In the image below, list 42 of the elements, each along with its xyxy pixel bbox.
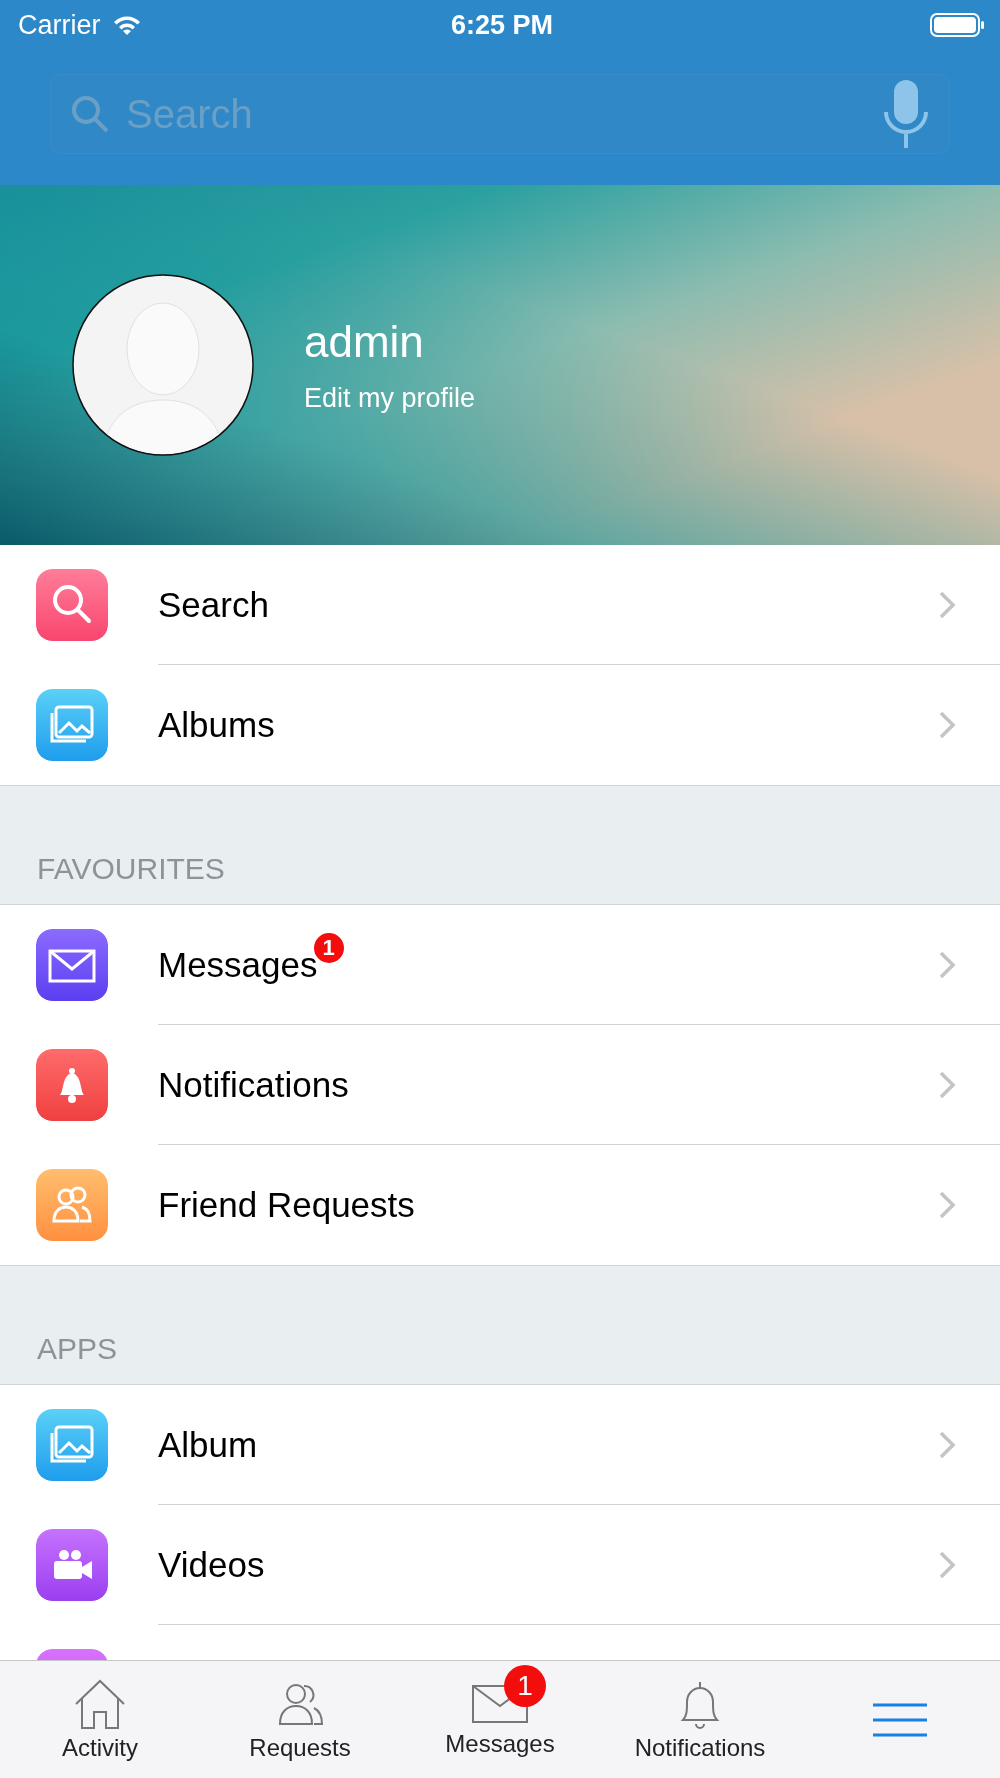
notifications-icon bbox=[36, 1049, 108, 1121]
chevron-icon bbox=[938, 949, 956, 980]
menu-row[interactable]: Albums bbox=[0, 665, 1000, 785]
messages-icon bbox=[36, 929, 108, 1001]
chevron-icon bbox=[938, 1069, 956, 1100]
microphone-icon[interactable] bbox=[882, 78, 930, 150]
chevron-icon bbox=[938, 1429, 956, 1460]
menu-row[interactable]: Album bbox=[0, 1385, 1000, 1505]
carrier-label: Carrier bbox=[18, 9, 101, 41]
row-label: Albums bbox=[158, 705, 275, 745]
row-label: Search bbox=[158, 584, 269, 625]
search-field[interactable]: Search bbox=[50, 74, 950, 154]
albums-icon bbox=[36, 1409, 108, 1481]
row-label: Notifications bbox=[158, 1064, 349, 1105]
clock-time: 6:25 PM bbox=[451, 9, 554, 41]
menu-row[interactable]: Friend Requests bbox=[0, 1145, 1000, 1265]
chevron-icon bbox=[938, 710, 956, 740]
chevron-icon bbox=[938, 589, 956, 620]
row-label: Album bbox=[158, 1424, 258, 1465]
row-label: Videos bbox=[158, 1544, 265, 1585]
profile-name: admin bbox=[304, 316, 425, 367]
section-header: FAVOURITES bbox=[37, 852, 225, 886]
friends-icon bbox=[36, 1169, 108, 1241]
search-input[interactable]: Search bbox=[124, 90, 868, 138]
tab-item[interactable]: Messages 1 bbox=[400, 1661, 600, 1778]
section-header: APPS bbox=[37, 1332, 118, 1366]
menu-row[interactable]: Videos bbox=[0, 1505, 1000, 1625]
avatar-icon[interactable] bbox=[72, 274, 254, 456]
menu-row[interactable]: Notifications bbox=[0, 1025, 1000, 1145]
tab-item[interactable]: Notifications bbox=[600, 1661, 800, 1778]
chevron-icon bbox=[938, 1190, 956, 1220]
menu-row[interactable]: Search bbox=[0, 545, 1000, 665]
count-badge: 1 bbox=[504, 1665, 546, 1707]
albums-icon bbox=[36, 689, 108, 761]
tab-item[interactable]: Activity bbox=[0, 1661, 200, 1778]
battery-icon bbox=[930, 12, 986, 38]
row-label: Friend Requests bbox=[158, 1185, 415, 1225]
chevron-icon bbox=[938, 1549, 956, 1580]
videos-icon bbox=[36, 1529, 108, 1601]
search-icon bbox=[70, 94, 110, 134]
tab-item[interactable]: Requests bbox=[200, 1661, 400, 1778]
search-icon bbox=[36, 569, 108, 641]
